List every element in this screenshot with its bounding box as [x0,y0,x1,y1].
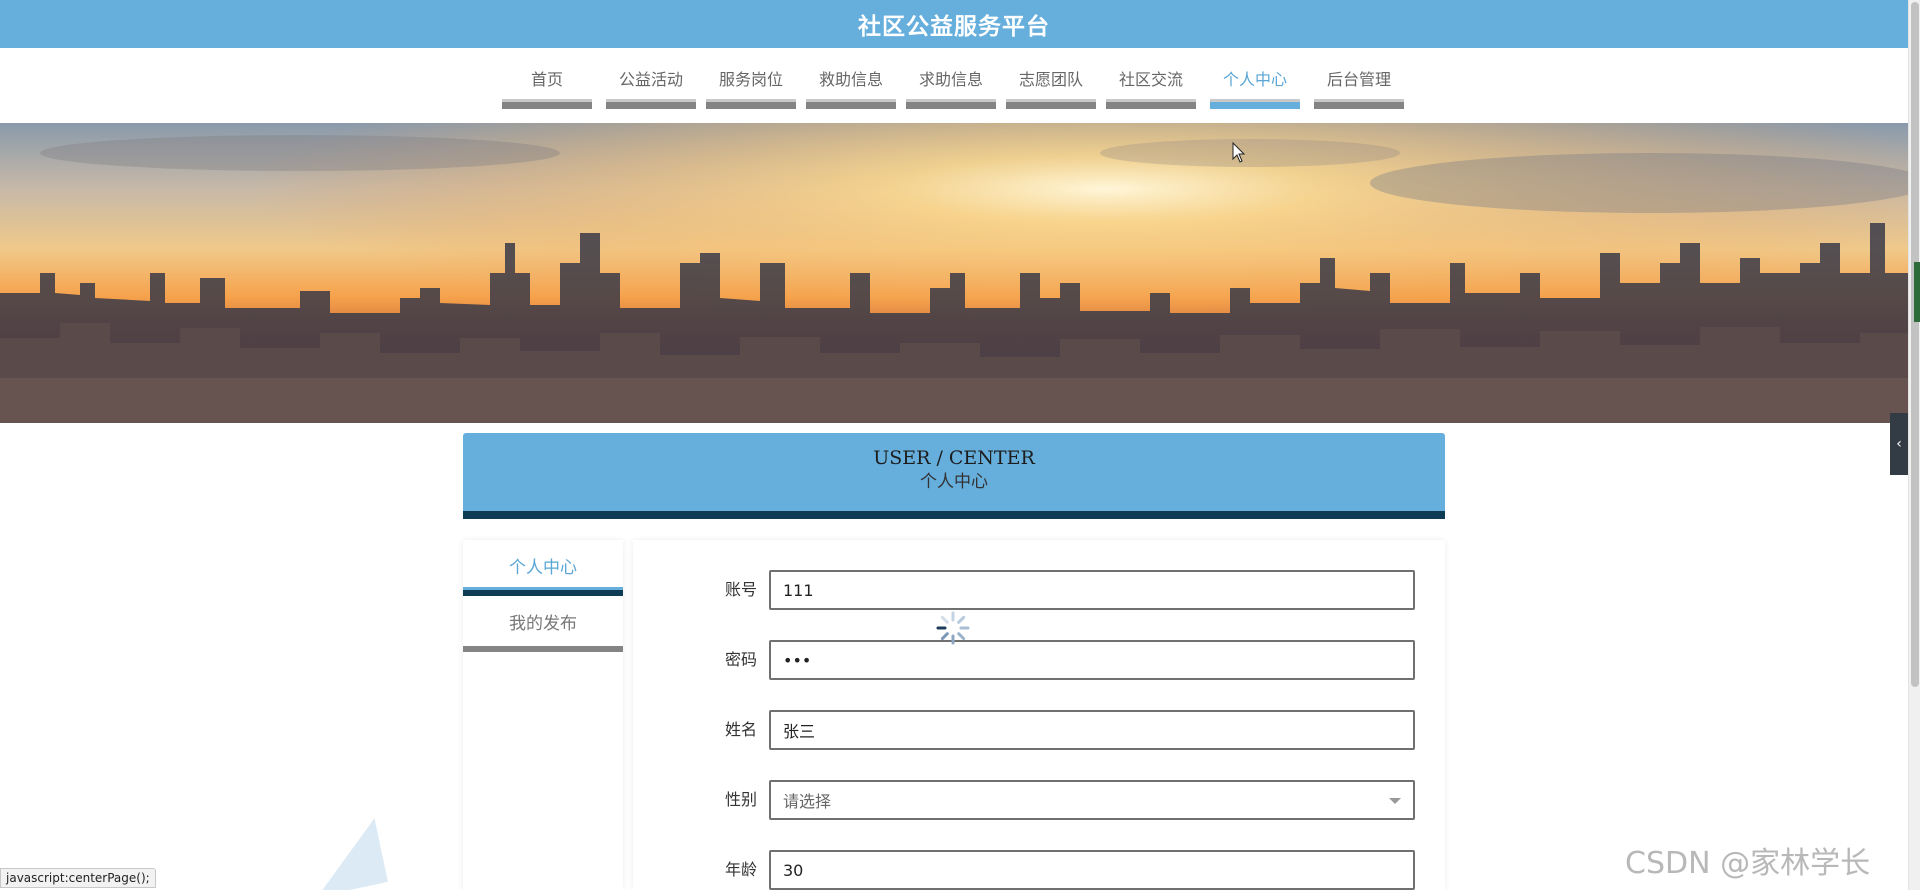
nav-item-home[interactable]: 首页 [502,70,592,109]
nav-underline [1106,99,1196,109]
nav-underline [806,99,896,109]
nav-label: 个人中心 [1222,70,1287,89]
section-title-cn: 个人中心 [920,472,988,492]
section-title-en: USER / CENTER [873,447,1035,469]
chevron-down-icon [1389,798,1401,804]
site-header: 社区公益服务平台 [0,0,1908,48]
account-input[interactable] [769,570,1415,610]
gender-select[interactable]: 请选择 [769,780,1415,820]
form-row-gender: 性别 请选择 [633,780,1445,820]
profile-form: 账号 密码 姓名 性别 请选择 年龄 [633,540,1445,890]
menu-item-my-posts[interactable]: 我的发布 [463,596,623,652]
city-skyline-illustration [0,123,1908,423]
gender-label: 性别 [724,790,757,809]
banner-image [0,123,1908,423]
menu-underline [463,646,623,652]
name-input[interactable] [769,710,1415,750]
vertical-scrollbar[interactable] [1908,0,1920,890]
menu-item-label: 我的发布 [509,614,577,634]
nav-underline [706,99,796,109]
menu-underline [463,587,623,596]
nav-label: 社区交流 [1118,70,1183,89]
mouse-cursor-icon [1232,142,1246,163]
age-input[interactable] [769,850,1415,890]
password-input[interactable] [769,640,1415,680]
nav-item-help-requests[interactable]: 求助信息 [906,70,996,109]
nav-label: 求助信息 [918,70,983,89]
chevron-left-icon[interactable]: ‹ [1890,413,1908,475]
nav-label: 后台管理 [1326,70,1391,89]
gender-select-placeholder: 请选择 [783,792,832,811]
decorative-triangle [304,818,388,890]
nav-underline [1314,99,1404,109]
main-nav: 首页 公益活动 服务岗位 救助信息 求助信息 志愿团队 社区交流 个人中心 后台… [0,48,1908,123]
nav-label: 服务岗位 [718,70,783,89]
menu-item-label: 个人中心 [509,558,577,578]
form-row-password: 密码 [633,640,1445,680]
browser-status-bar: javascript:centerPage(); [0,868,156,888]
section-header: USER / CENTER 个人中心 [463,433,1445,519]
form-row-account: 账号 [633,570,1445,610]
nav-label: 救助信息 [818,70,883,89]
watermark-text: CSDN @家林学长 [1625,846,1871,881]
nav-underline [1006,99,1096,109]
nav-item-admin[interactable]: 后台管理 [1314,70,1404,109]
nav-label: 志愿团队 [1018,70,1083,89]
menu-item-user-center[interactable]: 个人中心 [463,540,623,596]
nav-item-community-forum[interactable]: 社区交流 [1106,70,1196,109]
nav-item-service-posts[interactable]: 服务岗位 [706,70,796,109]
nav-underline [906,99,996,109]
nav-underline [1210,99,1300,109]
age-label: 年龄 [724,860,757,879]
nav-underline [606,99,696,109]
nav-label: 首页 [530,70,563,89]
form-row-name: 姓名 [633,710,1445,750]
form-row-age: 年龄 [633,850,1445,890]
nav-item-charity-activities[interactable]: 公益活动 [606,70,696,109]
user-center-menu: 个人中心 我的发布 [463,540,623,890]
password-label: 密码 [724,650,757,669]
site-title: 社区公益服务平台 [858,14,1050,40]
name-label: 姓名 [724,720,757,739]
nav-item-volunteer-teams[interactable]: 志愿团队 [1006,70,1096,109]
scrollbar-thumb[interactable] [1911,2,1919,687]
account-label: 账号 [724,580,757,599]
nav-item-user-center[interactable]: 个人中心 [1210,70,1300,109]
loading-spinner-icon [936,611,970,645]
nav-underline [502,99,592,109]
nav-label: 公益活动 [618,70,683,89]
side-tab-marker [1914,262,1920,322]
nav-item-relief-info[interactable]: 救助信息 [806,70,896,109]
